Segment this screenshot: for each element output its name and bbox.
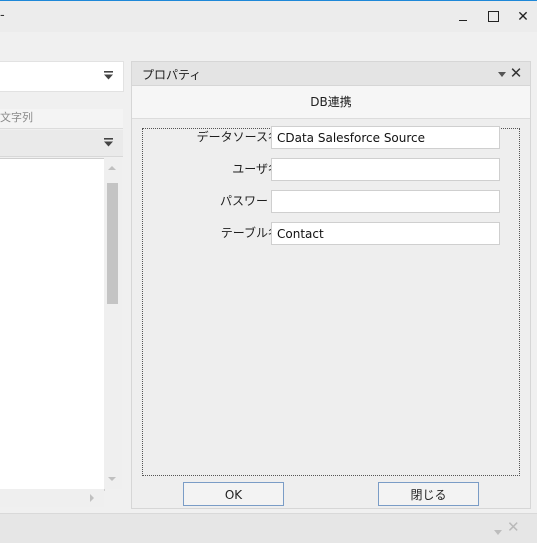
minimize-button[interactable] bbox=[451, 6, 475, 28]
left-list-header bbox=[0, 130, 123, 157]
scroll-down-icon[interactable] bbox=[108, 477, 116, 481]
maximize-button[interactable] bbox=[481, 6, 505, 28]
bottom-panel-options-button[interactable] bbox=[494, 524, 502, 538]
properties-close-button[interactable]: ✕ bbox=[508, 62, 524, 84]
window-title-fragment: - bbox=[0, 8, 5, 23]
left-horizontal-scrollbar[interactable] bbox=[0, 489, 104, 507]
search-placeholder-text: 文字列 bbox=[0, 111, 33, 124]
properties-title-bar: プロパティ ✕ bbox=[132, 62, 530, 86]
datasource-input[interactable] bbox=[271, 126, 500, 149]
dropdown-menu-icon[interactable] bbox=[104, 71, 113, 80]
panel-options-button[interactable] bbox=[495, 66, 509, 80]
ok-button[interactable]: OK bbox=[183, 482, 284, 506]
username-label: ユーザ名 bbox=[232, 162, 280, 176]
close-icon: ✕ bbox=[517, 9, 529, 25]
left-vertical-scrollbar[interactable] bbox=[104, 158, 122, 489]
scrollbar-thumb[interactable] bbox=[107, 183, 118, 304]
window-close-button[interactable]: ✕ bbox=[511, 6, 535, 28]
table-name-input[interactable] bbox=[271, 222, 500, 245]
username-input[interactable] bbox=[271, 158, 500, 181]
scroll-right-icon[interactable] bbox=[90, 494, 94, 502]
close-icon: ✕ bbox=[507, 518, 520, 536]
table-name-label: テーブル名 bbox=[220, 226, 280, 240]
bottom-panel-close-button[interactable]: ✕ bbox=[507, 518, 520, 536]
close-button[interactable]: 閉じる bbox=[378, 482, 479, 506]
bottom-panel-bar: ✕ bbox=[0, 513, 537, 543]
left-list-area[interactable] bbox=[0, 158, 105, 491]
close-icon: ✕ bbox=[509, 64, 523, 82]
properties-title: プロパティ bbox=[142, 68, 202, 82]
chevron-down-icon bbox=[494, 530, 502, 535]
minimize-icon bbox=[459, 20, 467, 21]
left-panel-search[interactable]: 文字列 bbox=[0, 109, 123, 129]
password-input[interactable] bbox=[271, 190, 500, 213]
dropdown-menu-icon[interactable] bbox=[104, 138, 113, 147]
password-label: パスワード bbox=[219, 194, 280, 208]
chevron-down-icon bbox=[498, 72, 506, 77]
title-bar: - ✕ bbox=[0, 1, 537, 32]
properties-panel: プロパティ ✕ DB連携 データソース名 ユーザ名 パスワード テーブル名 OK… bbox=[131, 61, 531, 509]
scroll-up-icon[interactable] bbox=[108, 166, 116, 170]
component-header: DB連携 bbox=[132, 86, 530, 119]
maximize-icon bbox=[487, 11, 499, 22]
datasource-label: データソース名 bbox=[196, 130, 280, 144]
left-panel-header[interactable] bbox=[0, 61, 124, 92]
